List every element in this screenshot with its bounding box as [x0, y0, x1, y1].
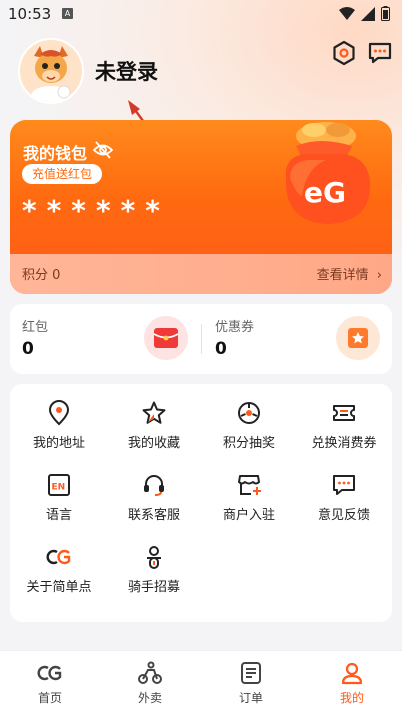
tab-home[interactable]: 首页: [0, 661, 100, 706]
bag-logo: eG: [304, 176, 346, 209]
service-customer-support[interactable]: 联系客服: [106, 472, 202, 534]
status-time: 10:53: [8, 5, 52, 23]
service-my-favorites[interactable]: 我的收藏: [106, 400, 202, 462]
language-icon: EN: [48, 474, 70, 496]
red-packet-label: 红包: [22, 320, 49, 335]
horse-mascot-icon: [20, 40, 82, 102]
coupons-card: 红包 0 优惠券 0: [10, 304, 392, 374]
service-redeem-coupon[interactable]: 兑换消费券: [296, 400, 392, 462]
service-label: 兑换消费券: [311, 436, 377, 451]
service-label: 骑手招募: [127, 580, 180, 595]
discount-coupon-label: 优惠券: [215, 320, 255, 335]
chevron-right-icon: ›: [376, 268, 382, 283]
bottom-tab-bar: 首页 外卖 订单 我的: [0, 650, 402, 717]
red-packet-value: 0: [22, 339, 34, 359]
service-label: 意见反馈: [317, 508, 370, 523]
recharge-button[interactable]: 充值送红包: [22, 164, 103, 184]
coupon-divider: [201, 324, 202, 354]
notification-badge: A: [62, 8, 73, 19]
battery-icon: [381, 6, 390, 21]
feedback-icon: [333, 475, 355, 495]
wifi-icon: [339, 6, 355, 20]
svg-text:EN: EN: [52, 483, 66, 493]
service-label: 联系客服: [127, 508, 180, 523]
service-label: 积分抽奖: [222, 436, 275, 451]
money-bag-icon: eG: [285, 122, 371, 224]
lottery-icon: [238, 402, 260, 424]
location-icon: [48, 400, 70, 426]
order-icon: [241, 662, 261, 684]
service-rider-recruit[interactable]: 骑手招募: [106, 544, 202, 606]
view-details-link[interactable]: 查看详情 ›: [317, 264, 382, 283]
red-packet-icon: [144, 316, 188, 360]
star-icon: [142, 401, 166, 424]
service-label: 语言: [45, 508, 72, 523]
service-label: 关于简单点: [26, 580, 92, 595]
settings-icon[interactable]: [331, 40, 357, 66]
signal-icon: [361, 6, 375, 21]
login-status[interactable]: 未登录: [95, 56, 158, 86]
service-my-address[interactable]: 我的地址: [11, 400, 107, 462]
tab-orders[interactable]: 订单: [201, 661, 301, 706]
tab-label: 首页: [37, 691, 62, 705]
service-feedback[interactable]: 意见反馈: [296, 472, 392, 534]
tab-delivery[interactable]: 外卖: [100, 661, 200, 706]
store-icon: [238, 475, 261, 495]
headset-icon: [144, 475, 164, 496]
profile-icon: [341, 662, 363, 685]
services-grid: 我的地址 我的收藏 积分抽奖 兑换消费券 EN 语言 联系客服 商户入驻 意见反…: [10, 384, 392, 622]
service-merchant-join[interactable]: 商户入驻: [201, 472, 297, 534]
service-about[interactable]: 关于简单点: [11, 544, 107, 606]
status-bar: 10:53 A: [0, 0, 402, 28]
tab-label: 订单: [238, 691, 263, 705]
avatar[interactable]: [18, 38, 84, 104]
message-icon[interactable]: [367, 40, 393, 66]
tab-profile[interactable]: 我的: [302, 661, 402, 706]
discount-coupon-value: 0: [215, 339, 227, 359]
tab-label: 外卖: [137, 691, 162, 705]
delivery-icon: [138, 661, 162, 684]
view-details-label: 查看详情: [316, 268, 369, 283]
coupon-ticket-icon: [336, 316, 380, 360]
points-label: 积分 0: [22, 268, 61, 283]
eye-off-icon[interactable]: [92, 140, 114, 160]
home-icon: [37, 665, 62, 681]
service-label: 我的收藏: [127, 436, 180, 451]
tab-label: 我的: [339, 691, 364, 705]
status-icons: [339, 6, 390, 21]
wallet-card[interactable]: 我的钱包 充值送红包 ****** eG 积分 0 查看详情 ›: [10, 120, 392, 294]
about-icon: [46, 549, 71, 565]
wallet-title: 我的钱包: [23, 144, 88, 163]
service-label: 我的地址: [32, 436, 85, 451]
ticket-icon: [333, 405, 355, 421]
wallet-balance: ******: [22, 194, 170, 227]
rider-icon: [147, 546, 161, 569]
service-language[interactable]: EN 语言: [11, 472, 107, 534]
service-points-lottery[interactable]: 积分抽奖: [201, 400, 297, 462]
service-label: 商户入驻: [222, 508, 275, 523]
